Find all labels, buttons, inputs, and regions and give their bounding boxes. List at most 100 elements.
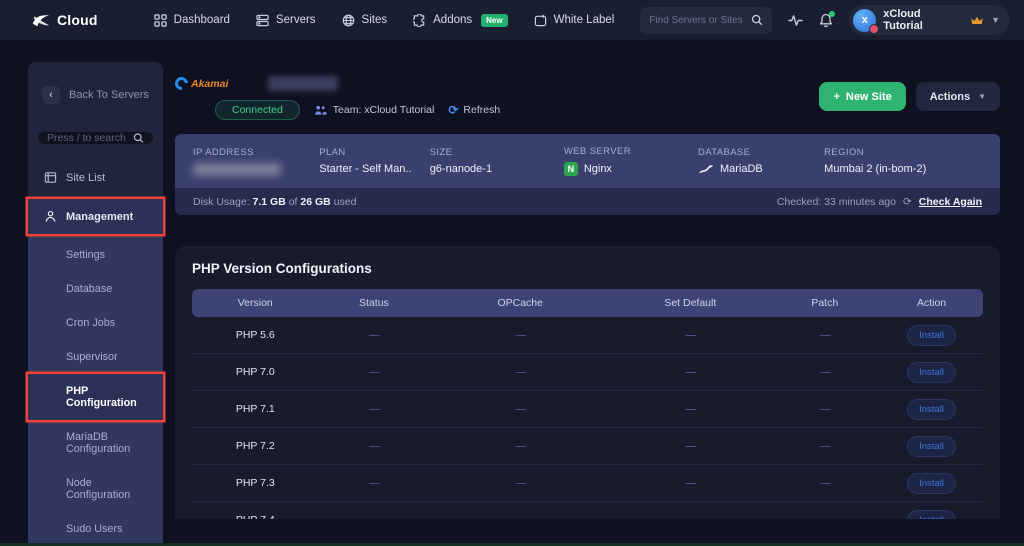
php-patch-cell: — <box>769 477 880 489</box>
avatar-badge-icon <box>869 24 879 34</box>
check-again-link[interactable]: Check Again <box>919 196 982 208</box>
submenu-item-label: MariaDB Configuration <box>66 431 130 455</box>
sidebar-item-management[interactable]: Management <box>28 199 163 234</box>
akamai-logo-icon <box>172 74 190 92</box>
nav-item-dashboard[interactable]: Dashboard <box>154 14 230 27</box>
actions-label: Actions <box>930 91 970 103</box>
php-set-default-cell: — <box>611 514 769 519</box>
php-version-cell: PHP 7.0 <box>192 366 319 378</box>
sidebar-search-input[interactable] <box>47 132 127 144</box>
sidebar-submenu-item[interactable]: MariaDB Configuration <box>28 420 163 466</box>
column-header: Set Default <box>611 297 769 309</box>
sidebar-submenu-item[interactable]: Sudo Users <box>28 512 163 546</box>
column-header: Version <box>192 297 319 309</box>
info-col-ip: IP ADDRESS <box>193 147 319 176</box>
management-icon <box>44 210 57 223</box>
new-site-button[interactable]: +New Site <box>819 82 905 111</box>
info-value: Mumbai 2 (in-bom-2) <box>824 163 982 175</box>
sidebar-submenu-item[interactable]: PHP Configuration <box>28 374 163 420</box>
php-patch-cell: — <box>769 366 880 378</box>
php-opcache-cell: — <box>429 329 611 341</box>
user-avatar: x <box>853 9 876 32</box>
php-status-cell: — <box>319 329 430 341</box>
sidebar-submenu-item[interactable]: Supervisor <box>28 340 163 374</box>
php-config-card: PHP Version Configurations VersionStatus… <box>175 246 1000 519</box>
install-button[interactable]: Install <box>907 399 956 420</box>
activity-button[interactable] <box>788 14 803 27</box>
site-list-icon <box>44 171 57 184</box>
plus-icon: + <box>833 91 839 103</box>
sidebar-search[interactable] <box>38 132 153 144</box>
php-card-title: PHP Version Configurations <box>192 261 983 276</box>
install-button[interactable]: Install <box>907 510 956 520</box>
servers-icon <box>256 14 269 27</box>
back-label: Back To Servers <box>69 89 149 101</box>
server-name-redacted <box>268 76 338 91</box>
refresh-label: Refresh <box>463 104 500 116</box>
php-patch-cell: — <box>769 403 880 415</box>
install-button[interactable]: Install <box>907 362 956 383</box>
info-value: g6-nanode-1 <box>430 163 564 175</box>
info-col-database: DATABASE MariaDB <box>698 147 824 175</box>
status-badge: Connected <box>215 100 300 120</box>
nav-item-servers[interactable]: Servers <box>256 14 316 27</box>
php-table-header: VersionStatusOPCacheSet DefaultPatchActi… <box>192 289 983 317</box>
nav-item-white-label[interactable]: White Label <box>534 14 615 27</box>
submenu-item-label: Cron Jobs <box>66 317 115 329</box>
search-icon <box>133 132 144 144</box>
back-to-servers[interactable]: ‹ Back To Servers <box>28 62 163 104</box>
sidebar-submenu-item[interactable]: Node Configuration <box>28 466 163 512</box>
server-info-bar: IP ADDRESS PLAN Starter - Self Man.. SIZ… <box>175 134 1000 188</box>
actions-button[interactable]: Actions ▼ <box>916 82 1000 111</box>
sites-icon <box>342 14 355 27</box>
info-label: REGION <box>824 147 982 158</box>
nav-item-label: Dashboard <box>174 14 230 26</box>
sidebar-item-label: Site List <box>66 172 105 184</box>
nginx-icon: N <box>564 162 578 176</box>
php-status-cell: — <box>319 403 430 415</box>
php-opcache-cell: — <box>429 440 611 452</box>
php-version-cell: PHP 5.6 <box>192 329 319 341</box>
chevron-down-icon: ▼ <box>991 15 1000 25</box>
info-value: Starter - Self Man.. <box>319 163 429 175</box>
submenu-item-label: Supervisor <box>66 351 118 363</box>
notifications-button[interactable] <box>819 13 833 28</box>
xcloud-logo[interactable]: Cloud <box>30 9 98 31</box>
refresh-button[interactable]: ⟳ Refresh <box>448 103 500 117</box>
activity-pulse-icon <box>788 14 803 27</box>
php-set-default-cell: — <box>611 440 769 452</box>
info-label: SIZE <box>430 147 564 158</box>
disk-suffix: used <box>334 196 357 208</box>
info-col-web-server: WEB SERVER NNginx <box>564 146 698 176</box>
submenu-item-label: Settings <box>66 249 105 261</box>
php-status-cell: — <box>319 440 430 452</box>
chevron-down-icon: ▼ <box>978 92 986 101</box>
sidebar-submenu-item[interactable]: Cron Jobs <box>28 306 163 340</box>
akamai-logo: Akamai <box>175 77 228 90</box>
php-status-cell: — <box>319 514 430 519</box>
user-menu[interactable]: x xCloud Tutorial ▼ <box>849 5 1010 35</box>
back-arrow-icon: ‹ <box>42 86 60 104</box>
provider-name: Akamai <box>191 78 228 90</box>
php-version-cell: PHP 7.4 <box>192 514 319 519</box>
php-table-row: PHP 7.1 — — — — Install <box>192 391 983 428</box>
nav-item-sites[interactable]: Sites <box>342 14 388 27</box>
install-button[interactable]: Install <box>907 473 956 494</box>
sidebar-submenu-item[interactable]: Settings <box>28 238 163 272</box>
install-button[interactable]: Install <box>907 436 956 457</box>
white-label-icon <box>534 14 547 27</box>
global-search[interactable] <box>640 7 772 34</box>
nav-item-addons[interactable]: Addons New <box>413 14 507 27</box>
nav-item-label: Addons <box>433 14 472 26</box>
dashboard-icon <box>154 14 167 27</box>
search-icon[interactable] <box>751 14 763 26</box>
sidebar-submenu-item[interactable]: Database <box>28 272 163 306</box>
user-name: xCloud Tutorial <box>883 8 963 32</box>
install-button[interactable]: Install <box>907 325 956 346</box>
disk-label: Disk Usage: <box>193 196 250 208</box>
sidebar-item-site-list[interactable]: Site List <box>28 160 163 195</box>
disk-used: 7.1 GB <box>253 196 286 208</box>
disk-total: 26 GB <box>300 196 330 208</box>
php-set-default-cell: — <box>611 366 769 378</box>
global-search-input[interactable] <box>649 15 745 26</box>
